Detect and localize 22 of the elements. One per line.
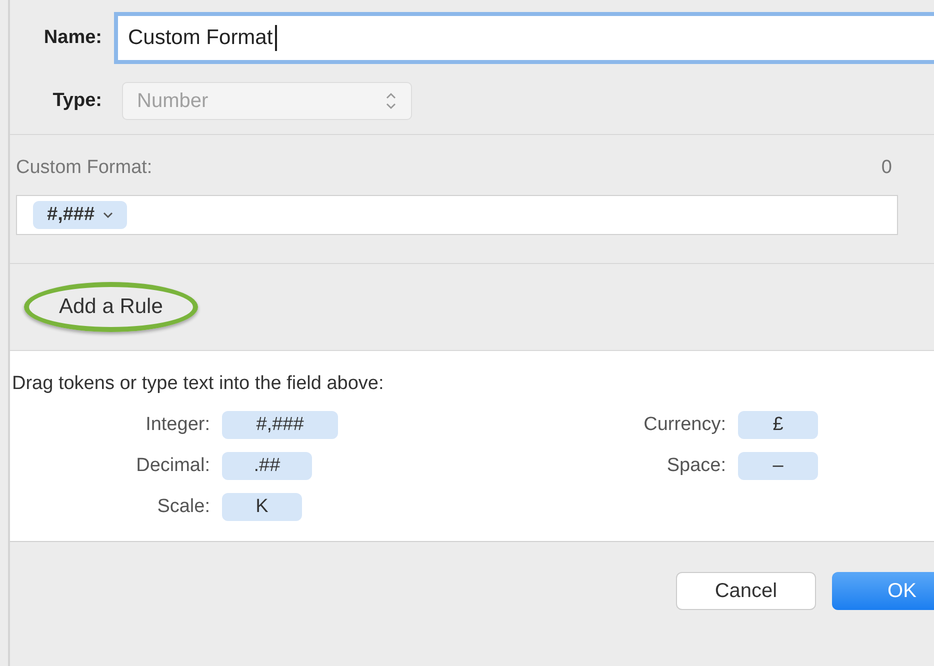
token-label: Space:: [666, 455, 726, 477]
format-token[interactable]: £: [738, 411, 818, 439]
name-field[interactable]: Custom Format: [114, 12, 934, 64]
stepper-icon: [385, 91, 397, 111]
cancel-button[interactable]: Cancel: [676, 572, 816, 610]
format-token[interactable]: #,###: [222, 411, 338, 439]
type-label: Type:: [52, 90, 102, 112]
format-token[interactable]: .##: [222, 452, 312, 480]
format-field[interactable]: #,###: [16, 195, 898, 235]
format-token[interactable]: K: [222, 493, 302, 521]
add-rule-button[interactable]: Add a Rule: [24, 282, 198, 332]
format-token[interactable]: –: [738, 452, 818, 480]
name-label: Name:: [42, 27, 102, 49]
token-label: Currency:: [642, 414, 726, 436]
token-label: Integer:: [144, 414, 210, 436]
format-token[interactable]: #,###: [33, 201, 127, 229]
token-label: Scale:: [156, 496, 210, 518]
palette-hint: Drag tokens or type text into the field above:: [12, 373, 385, 395]
text-cursor: [274, 25, 277, 51]
custom-format-label: Custom Format:: [16, 157, 152, 179]
token-label: Decimal:: [135, 455, 210, 477]
format-count: 0: [881, 157, 892, 179]
